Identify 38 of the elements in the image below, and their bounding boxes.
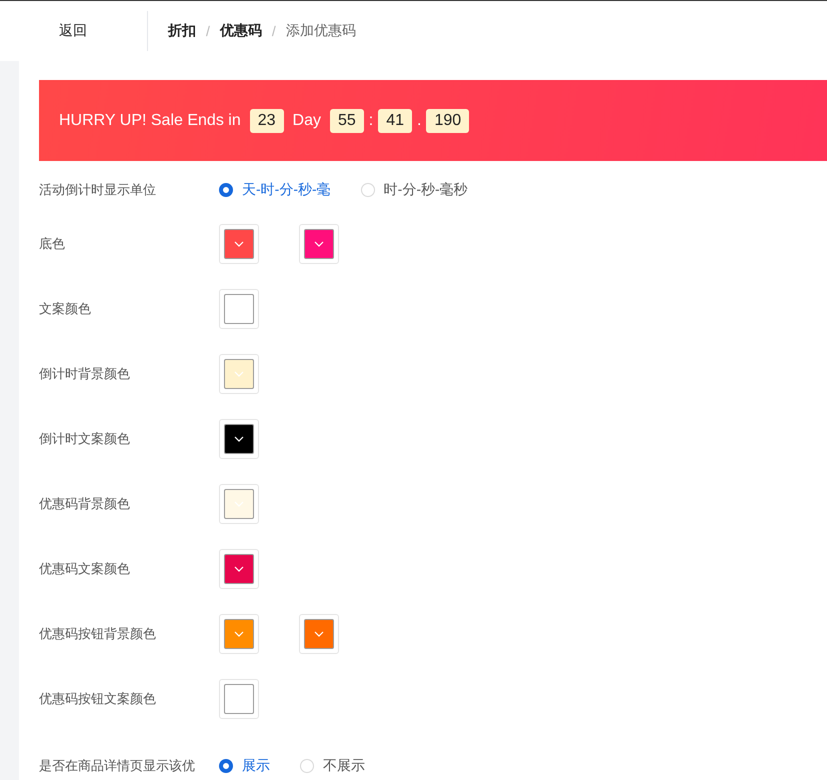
chevron-down-icon (234, 436, 244, 442)
countdown-separator: : (368, 112, 374, 130)
chevron-down-icon (234, 500, 244, 506)
field-label: 倒计时背景颜色 (39, 364, 131, 382)
countdown-digits: 190 (426, 108, 470, 132)
countdown-digits: 55 (330, 108, 364, 132)
countdown-unit: Day (292, 112, 321, 130)
chevron-down-icon (314, 240, 324, 246)
chevron-down-icon (234, 566, 244, 572)
radio-button[interactable] (219, 183, 233, 197)
field-label: 倒计时文案颜色 (39, 430, 131, 448)
chevron-down-icon (234, 370, 244, 376)
radio-option[interactable]: 展示 (219, 757, 270, 775)
chevron-down-icon (314, 630, 324, 636)
field-label: 优惠码按钮背景颜色 (39, 624, 157, 642)
field-label: 活动倒计时显示单位 (39, 181, 157, 199)
radio-option[interactable]: 天-时-分-秒-毫 (219, 181, 331, 199)
chevron-down-icon (234, 630, 244, 636)
countdown-digits: 41 (378, 108, 412, 132)
countdown-digits: 23 (250, 108, 284, 132)
field-label: 优惠码按钮文案颜色 (39, 690, 157, 708)
field-label: 文案颜色 (39, 300, 92, 318)
breadcrumb-separator: / (206, 23, 210, 39)
field-label: 优惠码文案颜色 (39, 560, 131, 578)
breadcrumb-separator: / (272, 23, 276, 39)
back-link[interactable]: 返回 (59, 22, 87, 40)
radio-option[interactable]: 不展示 (300, 757, 365, 775)
breadcrumb-item[interactable]: 添加优惠码 (286, 22, 356, 40)
radio-option[interactable]: 时-分-秒-毫秒 (360, 181, 468, 199)
breadcrumb-item[interactable]: 折扣 (168, 22, 196, 40)
breadcrumb-item[interactable]: 优惠码 (220, 22, 262, 40)
radio-button[interactable] (219, 759, 233, 773)
field-label: 底色 (39, 234, 66, 252)
field-label: 优惠码背景颜色 (39, 494, 131, 512)
banner-text: HURRY UP! Sale Ends in (59, 112, 241, 130)
chevron-down-icon (234, 240, 244, 246)
field-label: 是否在商品详情页显示该优 (39, 757, 196, 775)
countdown-separator: . (417, 112, 422, 130)
